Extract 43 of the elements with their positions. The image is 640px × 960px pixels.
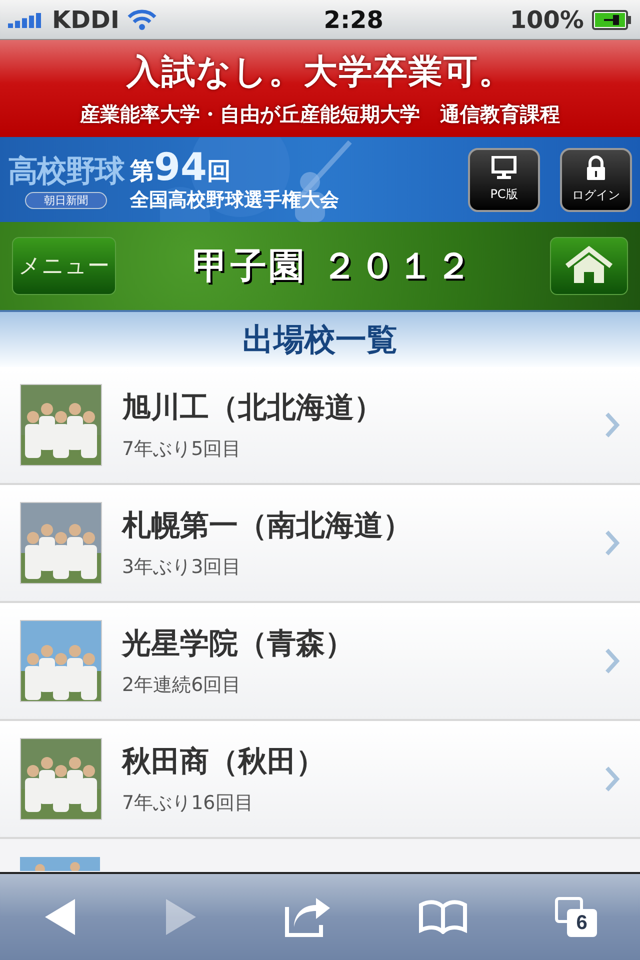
- chevron-icon: [604, 411, 620, 439]
- clock-time: 2:28: [324, 6, 384, 34]
- carrier-name: KDDI: [52, 6, 120, 34]
- appearance-detail: 2年連続6回目: [122, 673, 242, 698]
- home-icon: [564, 246, 614, 286]
- tournament-name: 全国高校野球選手権大会: [130, 188, 339, 212]
- monitor-icon: [491, 156, 517, 180]
- battery-icon: [592, 10, 632, 30]
- appearance-detail: 7年ぶり5回目: [122, 437, 242, 462]
- section-title: 出場校一覧: [242, 320, 398, 360]
- page-title: 甲子園 ２０１２: [192, 244, 474, 288]
- ad-subline: 産業能率大学・自由が丘産能短期大学 通信教育課程: [80, 101, 560, 128]
- logo-title: 高校野球: [8, 152, 124, 190]
- menu-button[interactable]: メニュー: [12, 237, 116, 295]
- edition-prefix: 第: [130, 156, 154, 186]
- ad-banner[interactable]: 入試なし。大学卒業可。 産業能率大学・自由が丘産能短期大学 通信教育課程: [0, 40, 640, 137]
- back-button[interactable]: [43, 898, 78, 936]
- edition-number: 94: [154, 146, 207, 186]
- school-name: 秋田商（秋田）: [122, 743, 326, 780]
- bookmarks-button[interactable]: [418, 900, 468, 934]
- share-button[interactable]: [284, 897, 332, 937]
- appearance-detail: 3年ぶり3回目: [122, 555, 242, 580]
- chevron-icon: [604, 765, 620, 793]
- edition-suffix: 回: [206, 156, 231, 186]
- school-name: 札幌第一（南北海道）: [122, 507, 413, 544]
- school-row[interactable]: 光星学院（青森） 2年連続6回目: [0, 603, 640, 721]
- ad-headline: 入試なし。大学卒業可。: [126, 51, 514, 94]
- chevron-icon: [604, 529, 620, 557]
- school-name: 旭川工（北北海道）: [122, 389, 384, 426]
- logo-subtitle: 朝日新聞: [25, 192, 107, 208]
- school-row[interactable]: 旭川工（北北海道） 7年ぶり5回目: [0, 367, 640, 485]
- chevron-icon: [604, 647, 620, 675]
- wifi-icon: [127, 8, 158, 30]
- school-row[interactable]: 秋田商（秋田） 7年ぶり16回目: [0, 721, 640, 839]
- battery-percent: 100%: [510, 6, 584, 34]
- lock-icon: [585, 155, 607, 181]
- school-name: 光星学院（青森）: [122, 625, 355, 662]
- home-button[interactable]: [550, 237, 628, 295]
- signal-icon: [8, 12, 44, 28]
- pc-version-button[interactable]: PC版: [468, 148, 540, 212]
- school-row[interactable]: 札幌第一（南北海道） 3年ぶり3回目: [0, 485, 640, 603]
- login-button[interactable]: ログイン: [560, 148, 632, 212]
- appearance-detail: 7年ぶり16回目: [122, 791, 254, 816]
